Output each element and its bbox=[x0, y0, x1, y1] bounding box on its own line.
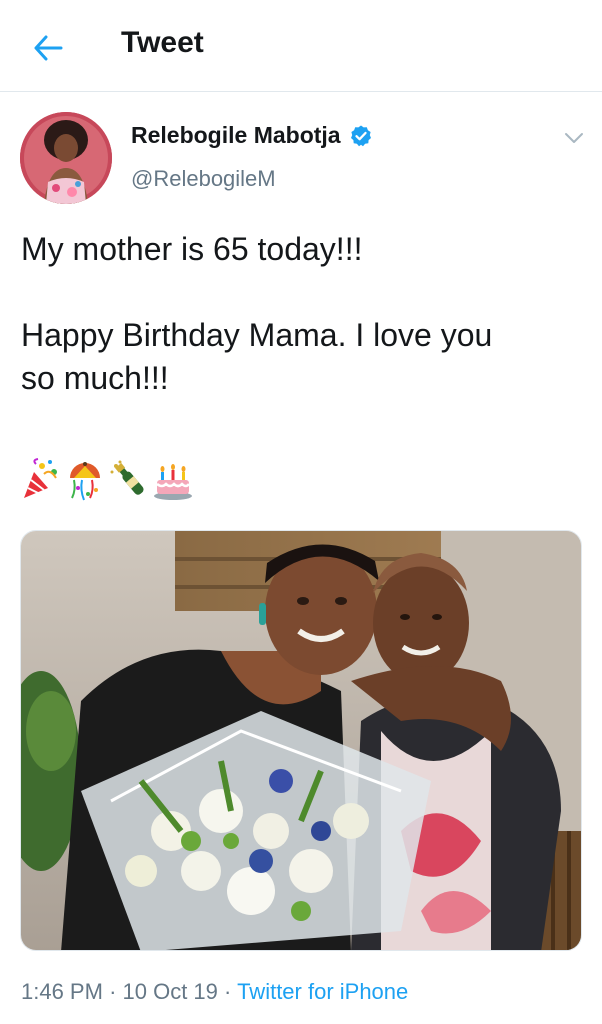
avatar-image bbox=[20, 112, 112, 204]
tweet-line: so much!!! bbox=[21, 360, 169, 396]
tweet-meta: 1:46 PM · 10 Oct 19 · Twitter for iPhone bbox=[21, 979, 408, 1005]
birthday-cake-icon bbox=[154, 464, 192, 500]
avatar[interactable] bbox=[20, 112, 112, 204]
chevron-down-icon[interactable] bbox=[560, 128, 588, 148]
tweet-text: My mother is 65 today!!! Happy Birthday … bbox=[21, 228, 581, 400]
party-popper-icon bbox=[24, 458, 57, 498]
top-app-bar: Tweet bbox=[0, 0, 602, 92]
champagne-bottle-icon bbox=[110, 460, 144, 495]
photo-image bbox=[21, 531, 581, 950]
tweet-date: 10 Oct 19 bbox=[122, 979, 218, 1004]
back-button[interactable] bbox=[28, 28, 68, 68]
tweet-source-link[interactable]: Twitter for iPhone bbox=[237, 979, 408, 1004]
arrow-left-icon bbox=[34, 35, 63, 61]
author-name-row[interactable]: Relebogile Mabotja bbox=[131, 122, 373, 149]
tweet-photo[interactable] bbox=[20, 530, 582, 951]
confetti-ball-icon bbox=[70, 462, 100, 501]
tweet-detail-screen: Tweet Relebogile Mabotja @RelebogileM My… bbox=[0, 0, 602, 1024]
verified-badge-icon bbox=[350, 125, 371, 146]
tweet-time: 1:46 PM bbox=[21, 979, 103, 1004]
page-title: Tweet bbox=[121, 26, 204, 59]
author-display-name: Relebogile Mabotja bbox=[131, 122, 341, 148]
author-handle[interactable]: @RelebogileM bbox=[131, 166, 276, 192]
separator-dot: · bbox=[224, 979, 232, 1004]
tweet-line: My mother is 65 today!!! bbox=[21, 231, 363, 267]
emoji-row bbox=[20, 456, 194, 504]
separator-dot: · bbox=[109, 979, 117, 1004]
tweet-line: Happy Birthday Mama. I love you bbox=[21, 317, 493, 353]
